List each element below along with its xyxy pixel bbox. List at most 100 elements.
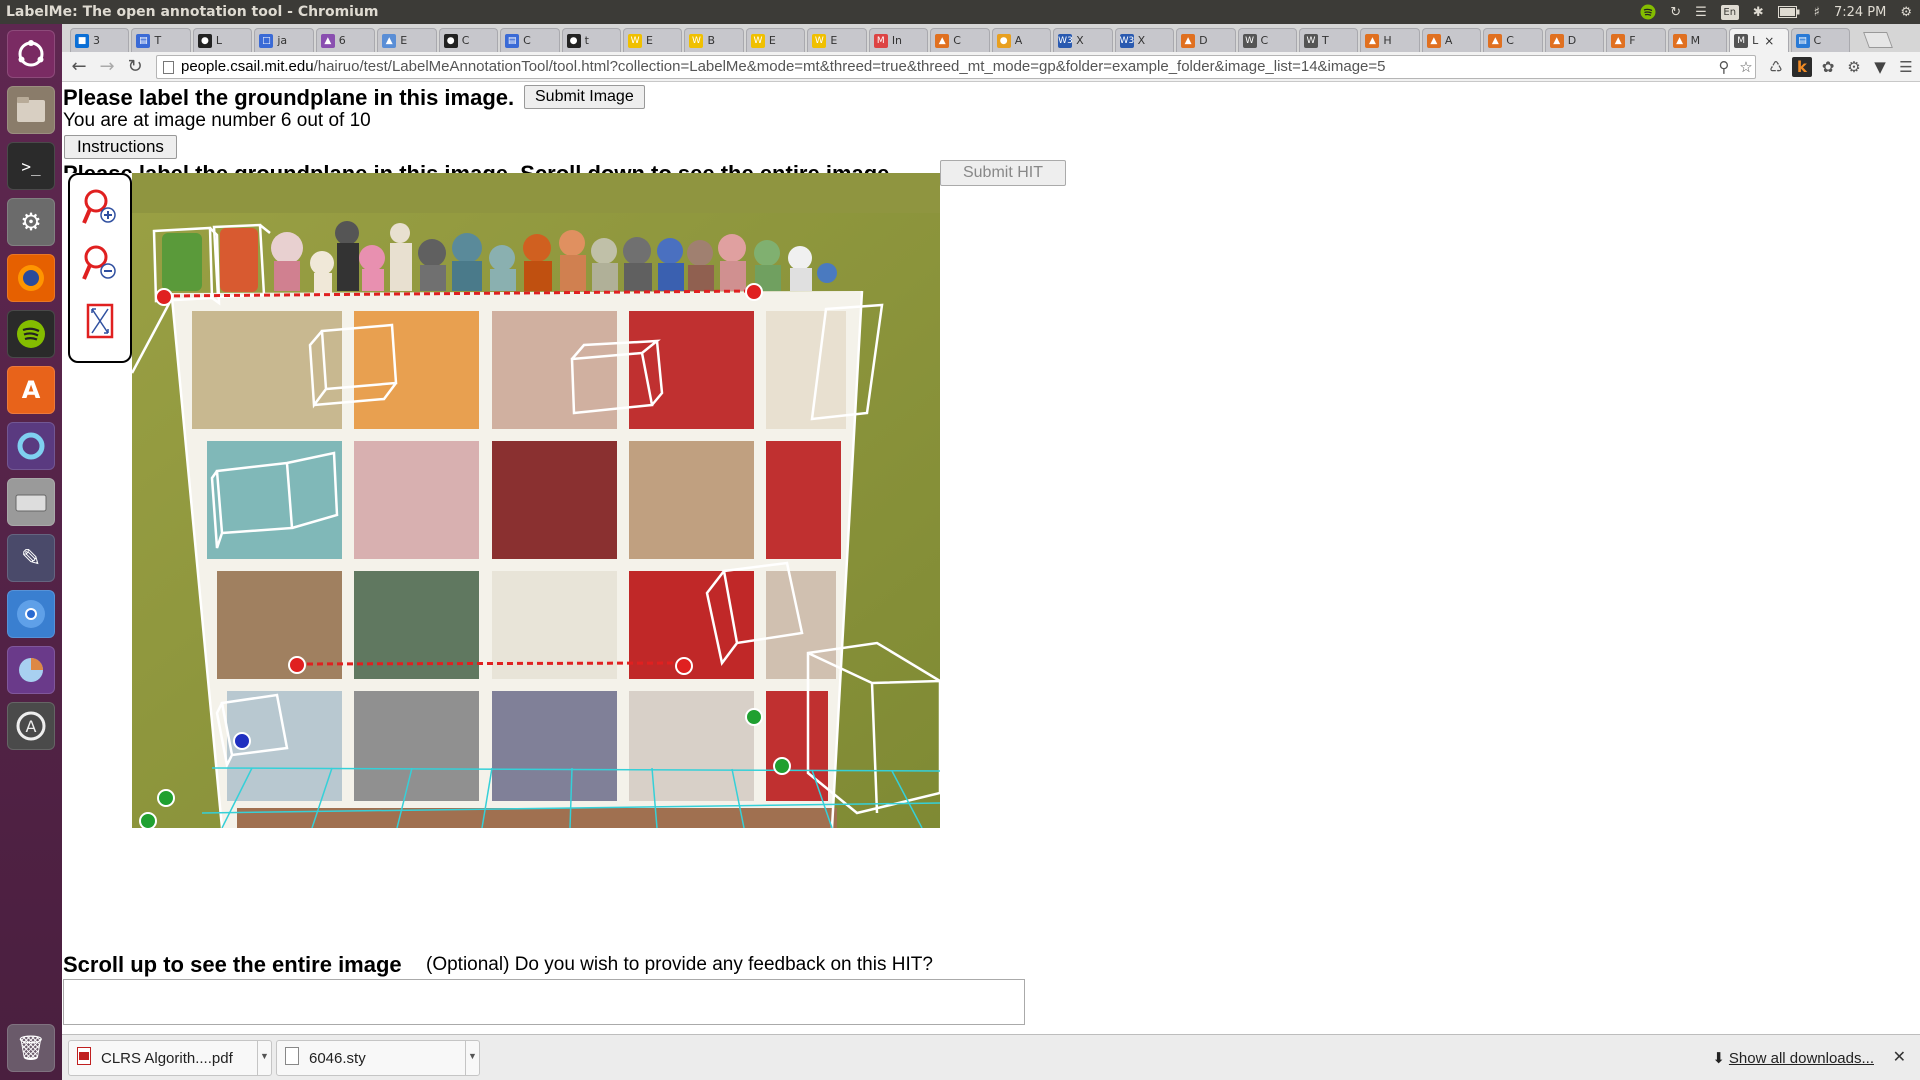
fit-image-icon[interactable] (80, 299, 120, 343)
page-title: Please label the groundplane in this ima… (63, 85, 515, 110)
zoom-in-icon[interactable] (80, 187, 120, 231)
dash-home-icon[interactable] (7, 30, 55, 78)
software-center-icon[interactable]: A (7, 366, 55, 414)
browser-tab[interactable]: ● L (192, 28, 253, 52)
tab-favicon-icon: W (689, 33, 704, 48)
tab-label: H (1383, 34, 1392, 47)
address-bar[interactable]: people.csail.mit.edu/hairuo/test/LabelMe… (156, 55, 1756, 79)
browser-tab[interactable]: ● C (438, 28, 499, 52)
settings-gear-icon[interactable]: ⚙ (1900, 5, 1912, 20)
browser-tab[interactable]: M In (868, 28, 929, 52)
submit-hit-button[interactable]: Submit HIT (940, 160, 1066, 186)
inkscape-icon[interactable]: ✎ (7, 534, 55, 582)
tab-favicon-icon: W (1242, 33, 1257, 48)
show-all-downloads-link[interactable]: ⬇ Show all downloads... (1712, 1049, 1874, 1067)
svg-text:A: A (26, 717, 37, 736)
close-icon[interactable]: ✕ (1893, 1047, 1906, 1067)
spotify-tray-icon[interactable] (1640, 4, 1656, 20)
tab-label: C (461, 34, 470, 47)
download-item-sty[interactable]: 6046.sty ▼ (276, 1040, 480, 1076)
bluetooth-icon[interactable]: ✱ (1753, 5, 1764, 20)
tab-favicon-icon: ▲ (1426, 33, 1441, 48)
tab-favicon-icon: ■ (75, 33, 89, 48)
tab-favicon-icon: ▤ (1795, 33, 1810, 48)
tab-label: E (400, 34, 408, 47)
submit-image-button[interactable]: Submit Image (524, 85, 645, 109)
browser-tab[interactable]: ▲ 6 (315, 28, 376, 52)
browser-tab[interactable]: ▲ C (1483, 28, 1543, 52)
browser-tab[interactable]: ▲ A (1421, 28, 1482, 52)
reload-icon[interactable]: ↻ (124, 56, 146, 78)
browser-tab[interactable]: ▲ D (1544, 28, 1605, 52)
terminal-icon[interactable]: >_ (7, 142, 55, 190)
browser-tab[interactable]: ▤ C (1790, 28, 1850, 52)
disk-drive-icon[interactable] (7, 478, 55, 526)
volume-icon[interactable]: ♯ (1814, 5, 1820, 20)
browser-tab[interactable]: ■ 3 (70, 28, 130, 52)
extension-k-icon[interactable]: k (1792, 57, 1812, 77)
shotwell-icon[interactable] (7, 422, 55, 470)
wifi-icon[interactable]: ☰ (1695, 5, 1707, 20)
tab-label: 6 (338, 34, 346, 47)
download-filename: 6046.sty (309, 1049, 366, 1067)
trash-icon[interactable]: 🗑 (7, 1024, 55, 1072)
new-tab-button[interactable] (1863, 32, 1893, 48)
browser-tab[interactable]: ▲ M (1667, 28, 1728, 52)
download-menu-arrow-icon[interactable]: ▼ (257, 1041, 271, 1075)
forward-arrow-icon[interactable]: → (96, 56, 118, 78)
back-arrow-icon[interactable]: ← (68, 56, 90, 78)
browser-tab[interactable]: ▲ D (1176, 28, 1236, 52)
spotify-icon[interactable] (7, 310, 55, 358)
browser-tab[interactable]: WC (1237, 28, 1297, 52)
browser-tab[interactable]: WE (745, 28, 806, 52)
download-menu-arrow-icon[interactable]: ▼ (465, 1041, 479, 1075)
browser-tab[interactable]: ▤ T (131, 28, 191, 52)
tab-strip: ■ 3 ▤ T ● L □ ja ▲ 6 ▲ E ● C ▤ C ● t W E W B W E W E M In ▲ C ● A W3 X W3 X… (62, 24, 1920, 52)
browser-tab[interactable]: □ ja (254, 28, 314, 52)
pocket-icon[interactable]: ▼ (1870, 57, 1890, 77)
browser-tab[interactable]: WT (1298, 28, 1359, 52)
sync-icon[interactable]: ↻ (1670, 5, 1681, 20)
download-item-pdf[interactable]: CLRS Algorith....pdf ▼ (68, 1040, 272, 1076)
tab-close-icon[interactable]: × (1764, 34, 1774, 48)
instructions-button[interactable]: Instructions (64, 135, 177, 159)
browser-toolbar: ← → ↻ people.csail.mit.edu/hairuo/test/L… (62, 52, 1920, 82)
tab-favicon-icon: W3 (1058, 33, 1073, 48)
chromium-icon[interactable] (7, 590, 55, 638)
browser-tab[interactable]: ▲ E (377, 28, 437, 52)
system-settings-icon[interactable]: ⚙ (7, 198, 55, 246)
browser-tab[interactable]: WE (807, 28, 867, 52)
files-icon[interactable] (7, 86, 55, 134)
tab-favicon-icon: ▲ (935, 33, 950, 48)
update-manager-icon[interactable]: A (7, 702, 55, 750)
browser-tab[interactable]: ▲ C (930, 28, 990, 52)
panel-indicators: ↻ ☰ En ✱ ♯ 7:24 PM ⚙ (1640, 0, 1912, 24)
zoom-icon[interactable]: ⚲ (1714, 57, 1734, 77)
browser-tab[interactable]: ▤ C (500, 28, 560, 52)
kazam-icon[interactable] (7, 646, 55, 694)
tab-label: A (1444, 34, 1453, 47)
browser-tab[interactable]: ● t (561, 28, 622, 52)
menu-icon[interactable]: ☰ (1896, 57, 1916, 77)
browser-tab[interactable]: W3 X (1114, 28, 1175, 52)
feedback-textarea[interactable] (63, 979, 1025, 1025)
tab-label: 3 (93, 34, 100, 47)
extension-leaf-icon[interactable]: ✿ (1818, 57, 1838, 77)
browser-tab[interactable]: W3 X (1053, 28, 1113, 52)
browser-tab[interactable]: ● A (991, 28, 1052, 52)
browser-tab[interactable]: WE (623, 28, 683, 52)
browser-tab[interactable]: M L × (1729, 28, 1789, 52)
annotation-image[interactable] (132, 173, 940, 828)
tab-favicon-icon: W (750, 33, 765, 48)
extension-gear-icon[interactable]: ⚙ (1844, 57, 1864, 77)
firefox-icon[interactable] (7, 254, 55, 302)
extension-puzzle-icon[interactable]: ♺ (1766, 57, 1786, 77)
keyboard-indicator[interactable]: En (1720, 4, 1739, 20)
browser-tab[interactable]: ▲ H (1360, 28, 1420, 52)
clock[interactable]: 7:24 PM (1834, 5, 1886, 20)
battery-icon[interactable] (1777, 6, 1800, 18)
bookmark-star-icon[interactable]: ☆ (1736, 57, 1756, 77)
browser-tab[interactable]: WB (684, 28, 744, 52)
zoom-out-icon[interactable] (80, 243, 120, 287)
browser-tab[interactable]: ▲ F (1606, 28, 1666, 52)
